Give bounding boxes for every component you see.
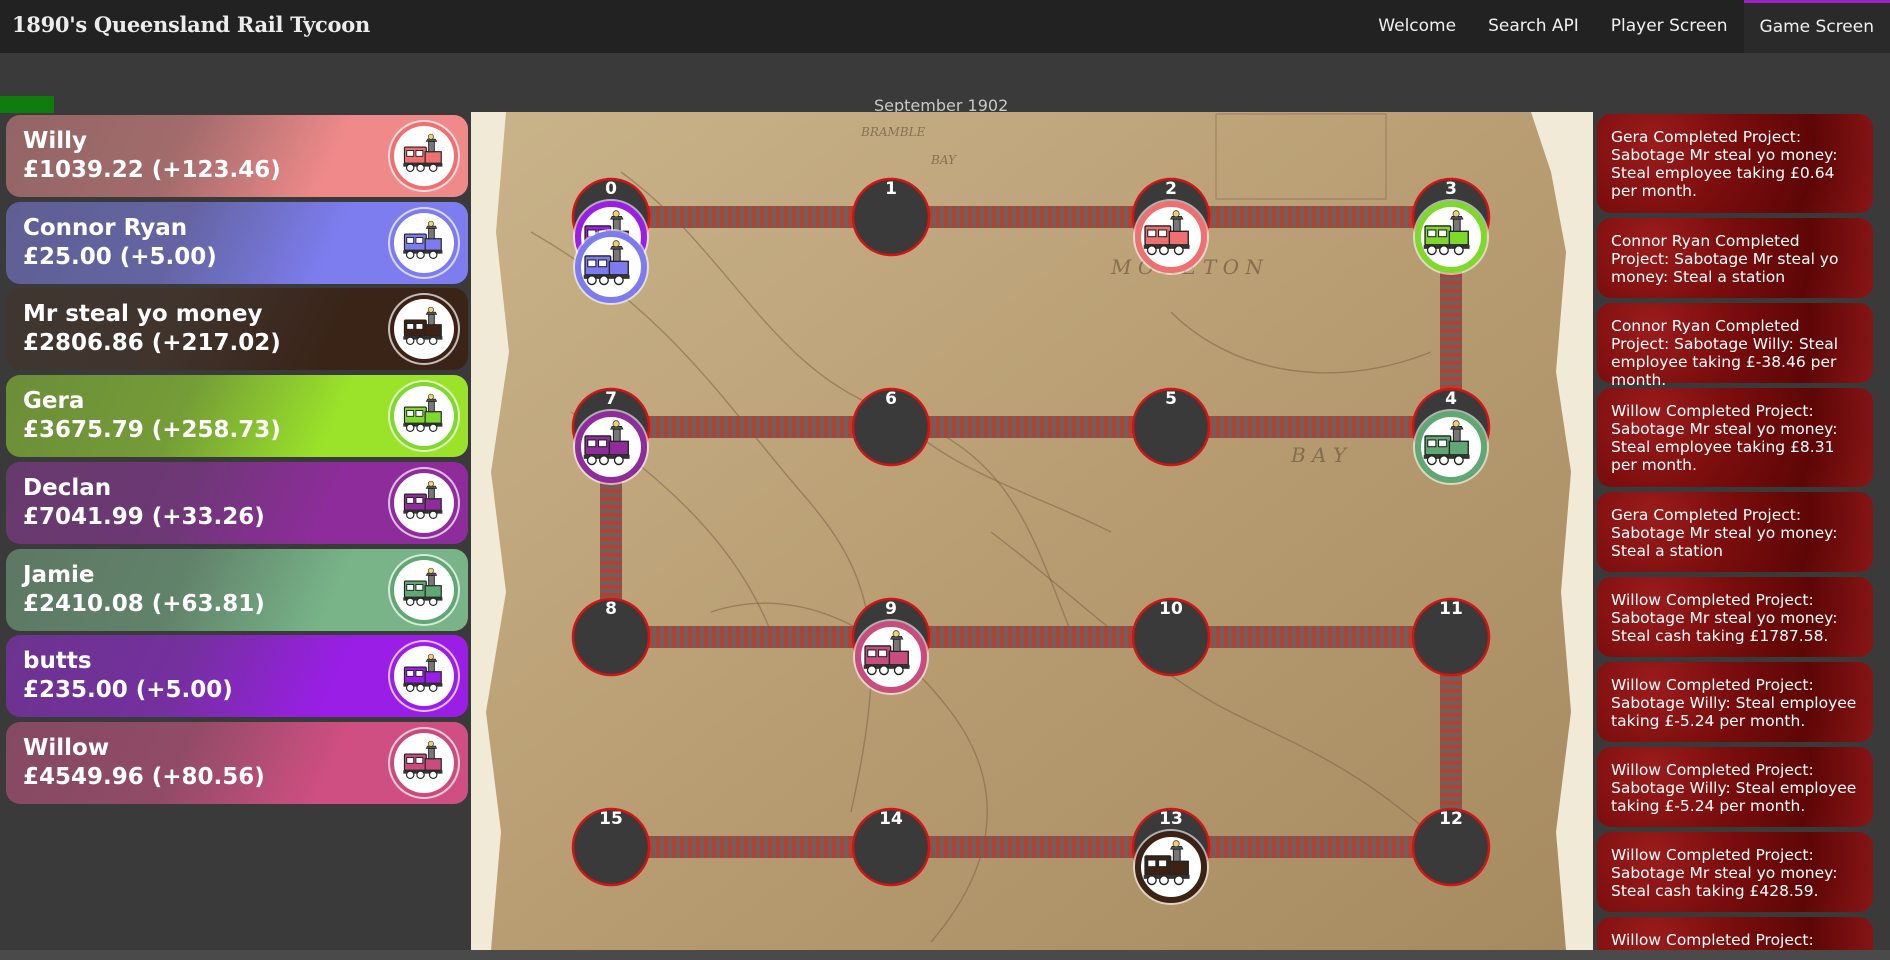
rail-track: [611, 626, 891, 648]
event-feed-item: Gera Completed Project: Sabotage Mr stea…: [1597, 492, 1873, 572]
station-label: 4: [1445, 389, 1457, 409]
train-icon: [401, 651, 447, 701]
player-name: Jamie: [23, 561, 95, 588]
station-label: 3: [1445, 179, 1457, 199]
nav-player-screen[interactable]: Player Screen: [1595, 0, 1744, 53]
train-badge: [394, 559, 454, 620]
train-token[interactable]: [1135, 201, 1207, 273]
station-label: 5: [1165, 389, 1177, 409]
player-name: Willy: [23, 128, 88, 154]
rail-track: [1171, 626, 1451, 648]
rail-track: [1171, 206, 1451, 228]
rail-track: [891, 626, 1171, 648]
nav-search-api[interactable]: Search API: [1472, 0, 1595, 53]
player-money: £3675.79 (+258.73): [23, 417, 281, 444]
player-card[interactable]: Declan £7041.99 (+33.26): [6, 461, 468, 544]
station-label: 9: [885, 599, 897, 619]
station-label: 6: [885, 389, 897, 409]
train-token[interactable]: [575, 411, 647, 483]
player-name: butts: [23, 648, 92, 675]
player-card[interactable]: Jamie £2410.08 (+63.81): [6, 548, 468, 631]
player-name: Willow: [23, 734, 110, 761]
station-label: 7: [605, 389, 617, 409]
train-badge: [394, 212, 454, 273]
bottom-strip: [0, 950, 1890, 960]
train-badge: [394, 386, 454, 447]
player-money: £25.00 (+5.00): [23, 243, 217, 270]
train-token[interactable]: [855, 621, 927, 693]
train-icon: [401, 131, 447, 181]
map-text: BAY: [930, 153, 957, 167]
player-card[interactable]: Willow £4549.96 (+80.56): [6, 721, 468, 804]
player-money: £1039.22 (+123.46): [23, 157, 281, 183]
train-badge: [394, 299, 454, 360]
rail-track: [891, 836, 1171, 858]
train-icon: [401, 391, 447, 441]
station-label: 14: [879, 809, 903, 829]
train-badge: [394, 646, 454, 707]
player-card[interactable]: Gera £3675.79 (+258.73): [6, 375, 468, 458]
station-label: 13: [1159, 809, 1183, 829]
event-feed-item: Willow Completed Project: Sabotage Willy…: [1597, 747, 1873, 827]
station-label: 10: [1159, 599, 1183, 619]
station-label: 11: [1439, 599, 1463, 619]
player-name: Mr steal yo money: [23, 301, 263, 328]
game-board[interactable]: M O R E T O NB A YBRAMBLEBAY012376548910…: [471, 112, 1593, 950]
player-card[interactable]: Connor Ryan £25.00 (+5.00): [6, 201, 468, 284]
train-badge: [394, 126, 454, 186]
rail-track: [611, 416, 891, 438]
player-name: Gera: [23, 388, 85, 415]
month-progress-fill: [0, 96, 55, 113]
rail-track: [611, 206, 891, 228]
player-money: £4549.96 (+80.56): [23, 763, 265, 790]
station-label: 2: [1165, 179, 1177, 199]
train-icon: [401, 304, 447, 354]
month-progress-bar: [0, 96, 318, 113]
event-feed-item: Willow Completed Project: Sabotage Mr st…: [1597, 388, 1873, 487]
rail-track: [891, 416, 1171, 438]
player-money: £235.00 (+5.00): [23, 677, 233, 704]
map-text: BRAMBLE: [860, 125, 926, 139]
top-navbar: 1890's Queensland Rail Tycoon Welcome Se…: [0, 0, 1890, 53]
station-label: 0: [605, 179, 617, 199]
nav-game-screen[interactable]: Game Screen: [1743, 0, 1890, 53]
train-token[interactable]: [1415, 201, 1487, 273]
event-feed-item: Willow Completed Project: Sabotage Willy…: [1597, 662, 1873, 742]
train-badge: [394, 472, 454, 533]
event-feed-item: Willow Completed Project: Sabotage Mr st…: [1597, 832, 1873, 912]
player-card[interactable]: Willy £1039.22 (+123.46): [6, 115, 468, 197]
event-feed: Gera Completed Project: Sabotage Mr stea…: [1597, 114, 1873, 960]
player-card[interactable]: Mr steal yo money £2806.86 (+217.02): [6, 288, 468, 371]
station-label: 8: [605, 599, 617, 619]
player-card[interactable]: butts £235.00 (+5.00): [6, 635, 468, 718]
train-token[interactable]: [1135, 831, 1207, 903]
rail-track: [1171, 836, 1451, 858]
train-token[interactable]: [575, 231, 647, 303]
event-feed-item: Connor Ryan Completed Project: Sabotage …: [1597, 303, 1873, 389]
train-badge: [394, 732, 454, 793]
station-label: 1: [885, 179, 897, 199]
map-text: B A Y: [1290, 443, 1348, 467]
event-feed-item: Gera Completed Project: Sabotage Mr stea…: [1597, 114, 1873, 213]
event-feed-item: Willow Completed Project: Sabotage Mr st…: [1597, 577, 1873, 657]
station-label: 15: [599, 809, 623, 829]
nav-welcome[interactable]: Welcome: [1362, 0, 1472, 53]
event-feed-item: Connor Ryan Completed Project: Sabotage …: [1597, 218, 1873, 298]
train-icon: [401, 218, 447, 268]
player-name: Declan: [23, 474, 112, 501]
player-money: £2410.08 (+63.81): [23, 590, 265, 617]
train-icon: [401, 478, 447, 528]
player-money: £7041.99 (+33.26): [23, 503, 265, 530]
rail-track: [891, 206, 1171, 228]
player-name: Connor Ryan: [23, 214, 188, 241]
train-icon: [401, 738, 447, 788]
rail-track: [611, 836, 891, 858]
station-label: 12: [1439, 809, 1463, 829]
nav-menu: Welcome Search API Player Screen Game Sc…: [1362, 0, 1890, 53]
app-title[interactable]: 1890's Queensland Rail Tycoon: [12, 12, 370, 37]
player-money: £2806.86 (+217.02): [23, 330, 281, 357]
rail-track: [1171, 416, 1451, 438]
train-token[interactable]: [1415, 411, 1487, 483]
train-icon: [401, 565, 447, 615]
